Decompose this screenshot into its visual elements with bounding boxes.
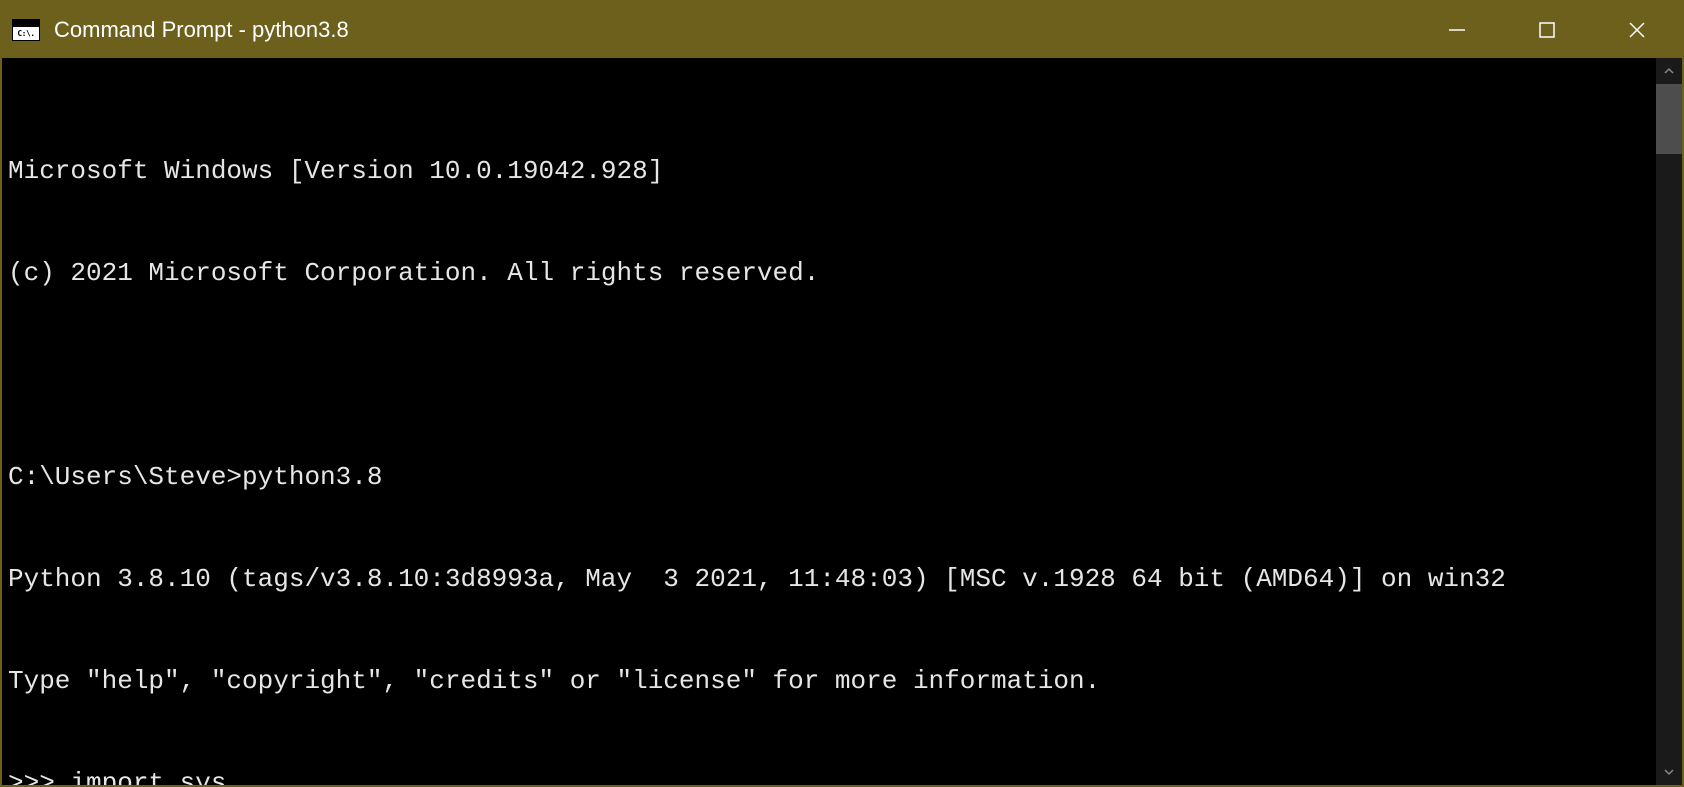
scroll-track[interactable] — [1656, 84, 1682, 759]
vertical-scrollbar[interactable] — [1656, 58, 1682, 785]
window-title: Command Prompt - python3.8 — [54, 17, 1412, 43]
cmd-icon: C:\. — [12, 19, 40, 41]
window-body: Microsoft Windows [Version 10.0.19042.92… — [2, 58, 1682, 785]
terminal-line: Microsoft Windows [Version 10.0.19042.92… — [8, 154, 1650, 188]
terminal-blank-line — [8, 358, 1650, 392]
scroll-up-arrow-icon[interactable] — [1656, 58, 1682, 84]
command-prompt-window: C:\. Command Prompt - python3.8 Microsof… — [0, 0, 1684, 787]
terminal-output[interactable]: Microsoft Windows [Version 10.0.19042.92… — [2, 58, 1656, 785]
maximize-button[interactable] — [1502, 2, 1592, 58]
window-controls — [1412, 2, 1682, 58]
terminal-line: >>> import sys — [8, 766, 1650, 785]
scroll-thumb[interactable] — [1656, 84, 1682, 154]
window-titlebar[interactable]: C:\. Command Prompt - python3.8 — [2, 2, 1682, 58]
close-button[interactable] — [1592, 2, 1682, 58]
minimize-button[interactable] — [1412, 2, 1502, 58]
terminal-line: C:\Users\Steve>python3.8 — [8, 460, 1650, 494]
terminal-line: Python 3.8.10 (tags/v3.8.10:3d8993a, May… — [8, 562, 1650, 596]
scroll-down-arrow-icon[interactable] — [1656, 759, 1682, 785]
terminal-line: (c) 2021 Microsoft Corporation. All righ… — [8, 256, 1650, 290]
terminal-line: Type "help", "copyright", "credits" or "… — [8, 664, 1650, 698]
